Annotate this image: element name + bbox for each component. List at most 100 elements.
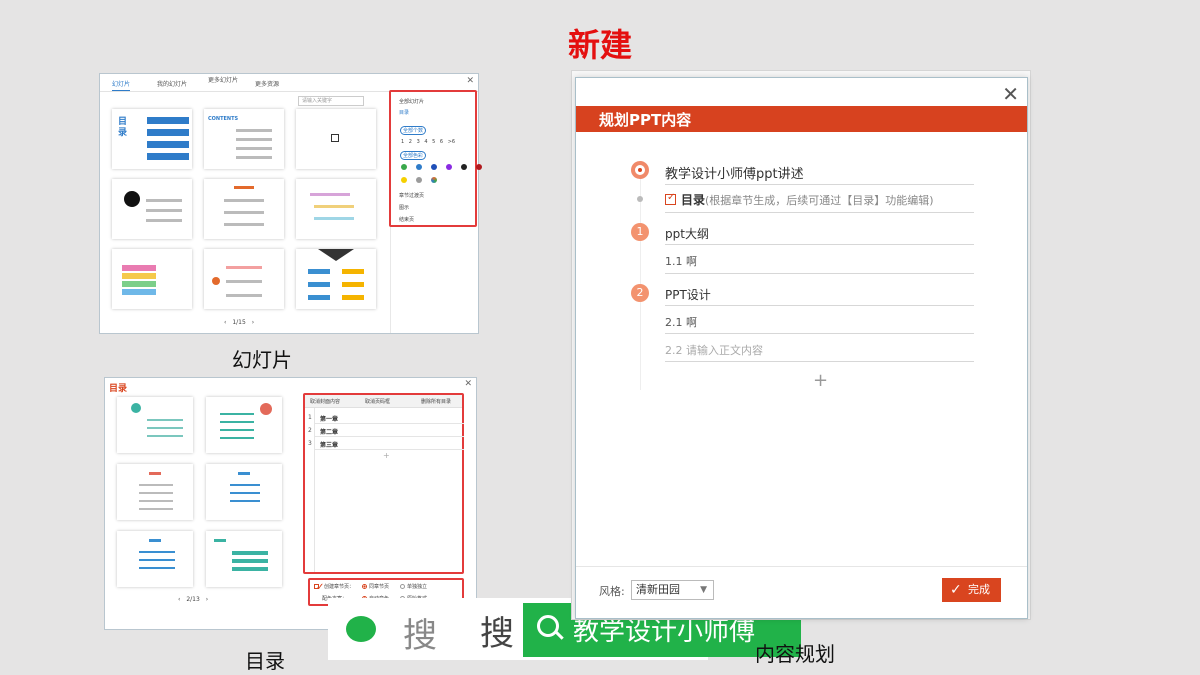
prev-page-icon[interactable]: ‹ xyxy=(178,596,180,603)
pager-value: 1/15 xyxy=(232,319,246,326)
directory-thumb[interactable] xyxy=(206,464,282,520)
topic-title[interactable]: 教学设计小师傅ppt讲述 xyxy=(665,163,804,182)
tab-slides[interactable]: 幻灯片 xyxy=(112,79,131,91)
topic-node-icon xyxy=(631,161,649,179)
color-swatch[interactable] xyxy=(446,164,452,170)
directory-thumb[interactable] xyxy=(206,531,282,587)
divider xyxy=(665,305,974,306)
color-swatch[interactable] xyxy=(431,177,437,183)
footer-divider xyxy=(576,566,1027,567)
pager-value: 2/13 xyxy=(186,596,200,603)
slides-pager[interactable]: ‹ 1/15 › xyxy=(224,319,254,326)
page-title: 新建 xyxy=(567,26,632,64)
close-icon[interactable]: ✕ xyxy=(466,76,474,86)
style-value: 清新田园 xyxy=(636,583,680,596)
done-label: 完成 xyxy=(968,583,990,596)
tab-my-slides[interactable]: 我的幻灯片 xyxy=(157,79,187,88)
slides-window: 幻灯片 我的幻灯片 更多幻灯片 更多资源 ✕ 请输入关键字 目录 CONTENT… xyxy=(99,73,482,334)
chapter-toolbar: 取消封面内容 取消页码框 删除所有目录 xyxy=(305,395,462,408)
divider xyxy=(665,361,974,362)
chapter-row[interactable]: 2 第二章 xyxy=(308,425,464,437)
add-section-icon[interactable]: + xyxy=(813,370,828,391)
divider xyxy=(665,244,974,245)
directory-title: 目录 xyxy=(109,384,128,394)
thumb-heading: 目录 xyxy=(118,117,128,138)
directory-thumb[interactable] xyxy=(117,531,193,587)
dialog-header: 规划PPT内容 xyxy=(576,106,1027,132)
section-item[interactable]: 2.1 啊 xyxy=(665,314,697,330)
filter-item[interactable]: 章节过渡页 xyxy=(399,192,424,199)
chapter-row[interactable]: 3 第三章 xyxy=(308,438,464,450)
toc-row[interactable]: 目录(根据章节生成，后续可通过【目录】功能编辑) xyxy=(665,191,934,208)
filter-all-slides[interactable]: 全部幻灯片 xyxy=(399,98,424,105)
style-select[interactable]: 清新田园 ▼ xyxy=(631,580,714,600)
color-swatch[interactable] xyxy=(401,177,407,183)
plan-content-dialog: ✕ 规划PPT内容 教学设计小师傅ppt讲述 目录(根据章节生成，后续可通过【目… xyxy=(575,77,1028,619)
cancel-cover-button[interactable]: 取消封面内容 xyxy=(310,398,340,405)
directory-pager[interactable]: ‹ 2/13 › xyxy=(178,596,208,603)
slide-thumb[interactable] xyxy=(112,249,192,309)
wechat-icon xyxy=(346,616,376,642)
chapter-option-label: 创建章节页： xyxy=(314,582,354,593)
chapter-option-1[interactable]: 同章节页 xyxy=(362,583,389,590)
count-options[interactable]: 1 2 3 4 5 6 >6 xyxy=(401,139,455,145)
section-title[interactable]: ppt大纲 xyxy=(665,225,709,242)
directory-thumb[interactable] xyxy=(117,464,193,520)
color-swatch[interactable] xyxy=(416,164,422,170)
directory-window: 目录 ✕ ‹ 2/13 › 取消封面内容 取消页码框 删除所有目录 1 第一章 … xyxy=(104,377,477,630)
color-swatch[interactable] xyxy=(431,164,437,170)
slide-thumb[interactable]: 目录 xyxy=(112,109,192,169)
search-glyph-muted: 搜 xyxy=(403,616,437,656)
chapter-row[interactable]: 1 第一章 xyxy=(308,412,464,424)
cancel-page-number-button[interactable]: 取消页码框 xyxy=(365,398,390,405)
next-page-icon[interactable]: › xyxy=(206,596,208,603)
timeline-line xyxy=(640,170,641,390)
style-label: 风格: xyxy=(599,585,625,598)
check-icon: ✓ xyxy=(950,582,962,598)
prev-page-icon[interactable]: ‹ xyxy=(224,319,226,326)
section-title[interactable]: PPT设计 xyxy=(665,286,711,303)
search-input[interactable]: 请输入关键字 xyxy=(298,96,364,106)
dialog-title: 规划PPT内容 xyxy=(599,111,692,129)
slide-thumb[interactable] xyxy=(296,249,376,309)
search-glyph: 搜 xyxy=(480,614,514,654)
slide-thumb[interactable] xyxy=(296,179,376,239)
directory-thumb[interactable] xyxy=(206,397,282,453)
color-swatch[interactable] xyxy=(476,164,482,170)
divider xyxy=(665,212,974,213)
tab-more-resources[interactable]: 更多资源 xyxy=(255,79,279,88)
add-row-icon[interactable]: + xyxy=(383,451,390,460)
color-swatch[interactable] xyxy=(416,177,422,183)
toc-checkbox[interactable] xyxy=(665,192,676,205)
color-tag[interactable]: 全部色彩 xyxy=(400,151,427,160)
color-swatch[interactable] xyxy=(461,164,467,170)
count-tag[interactable]: 全部个数 xyxy=(400,126,427,135)
caption-content: 内容规划 xyxy=(755,642,835,666)
filter-item[interactable]: 结束页 xyxy=(399,216,414,223)
slide-thumb[interactable] xyxy=(296,109,376,169)
slide-thumb[interactable] xyxy=(204,249,284,309)
close-icon[interactable]: ✕ xyxy=(1002,82,1019,106)
slide-thumb[interactable]: CONTENTS xyxy=(204,109,284,169)
chapter-table-box: 取消封面内容 取消页码框 删除所有目录 1 第一章 2 第二章 3 第三章 + xyxy=(303,393,464,574)
directory-thumb[interactable] xyxy=(117,397,193,453)
delete-all-button[interactable]: 删除所有目录 xyxy=(421,398,451,405)
color-swatch[interactable] xyxy=(401,164,407,170)
chapter-option-2[interactable]: 单独独立 xyxy=(400,583,427,590)
toc-node-icon xyxy=(637,196,643,202)
tab-more-slides[interactable]: 更多幻灯片 xyxy=(208,75,238,84)
filter-item[interactable]: 图示 xyxy=(399,204,409,211)
filter-directory[interactable]: 目录 xyxy=(399,109,409,116)
slide-thumb[interactable] xyxy=(112,179,192,239)
search-icon-handle xyxy=(555,631,564,640)
filter-panel: 全部幻灯片 目录 全部个数 1 2 3 4 5 6 >6 全部色彩 章节过渡页 … xyxy=(389,90,482,333)
done-button[interactable]: ✓ 完成 xyxy=(942,578,1001,602)
caption-slides: 幻灯片 xyxy=(232,348,292,372)
next-page-icon[interactable]: › xyxy=(252,319,254,326)
section-number-2: 2 xyxy=(631,284,649,302)
thumb-contents: CONTENTS xyxy=(208,116,239,122)
close-icon[interactable]: ✕ xyxy=(464,379,472,389)
section-item[interactable]: 1.1 啊 xyxy=(665,253,697,269)
new-item-input[interactable]: 2.2 请输入正文内容 xyxy=(665,342,763,358)
slide-thumb[interactable] xyxy=(204,179,284,239)
